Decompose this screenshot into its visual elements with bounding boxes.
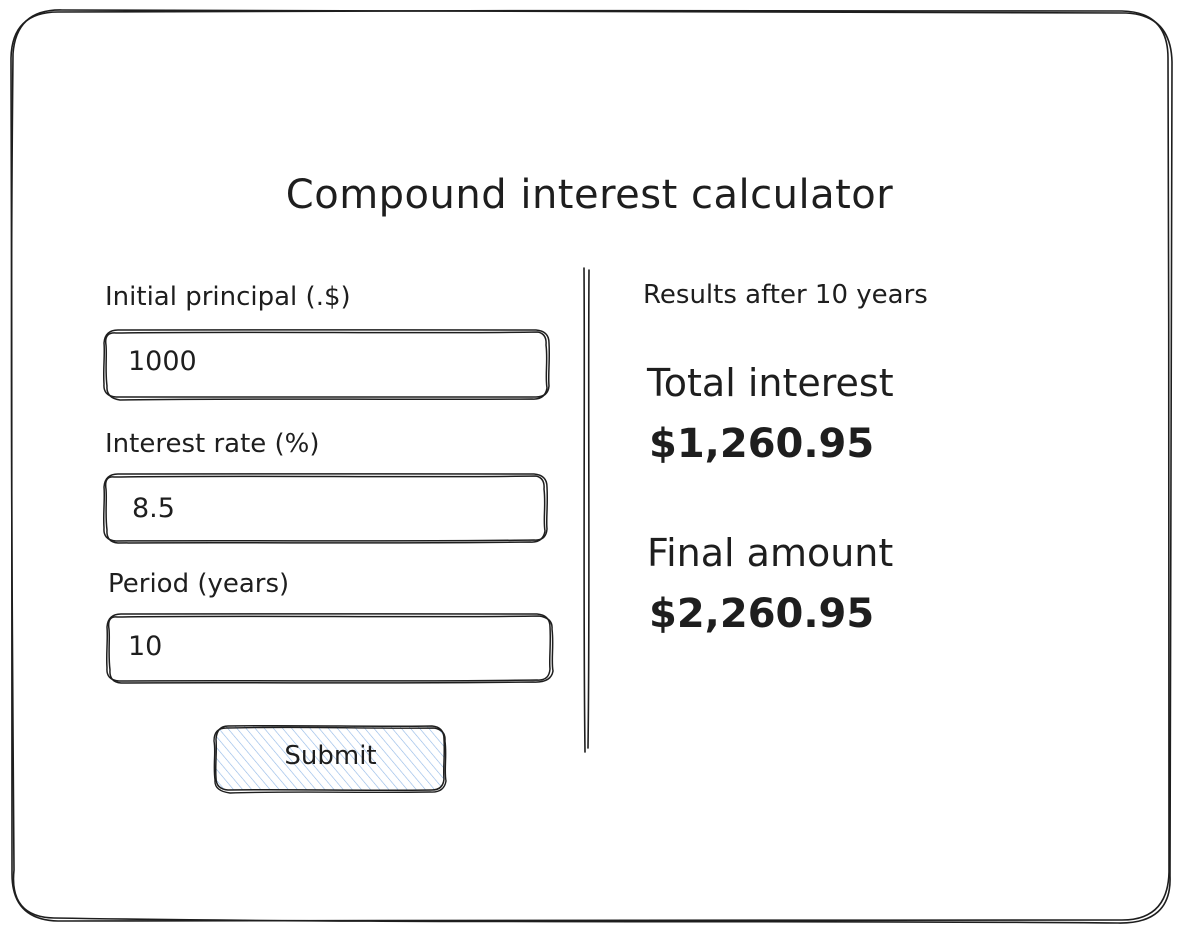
total-interest-label: Total interest xyxy=(647,361,894,405)
period-input[interactable]: 10 xyxy=(107,614,553,682)
total-interest-value: $1,260.95 xyxy=(649,421,875,467)
rate-label: Interest rate (%) xyxy=(105,429,320,459)
column-divider xyxy=(583,267,590,753)
principal-input[interactable]: 1000 xyxy=(104,330,550,398)
submit-button-label: Submit xyxy=(284,741,377,771)
final-amount-label: Final amount xyxy=(647,531,894,575)
period-value: 10 xyxy=(128,631,163,662)
principal-label: Initial principal (.$) xyxy=(105,282,351,312)
sketch-frame xyxy=(10,9,1173,924)
page-title: Compound interest calculator xyxy=(285,172,894,218)
rate-input[interactable]: 8.5 xyxy=(104,474,548,542)
results-caption: Results after 10 years xyxy=(643,280,928,310)
rate-value: 8.5 xyxy=(132,493,175,524)
final-amount-value: $2,260.95 xyxy=(649,591,875,637)
card-border xyxy=(10,9,1173,924)
submit-button[interactable]: Submit xyxy=(216,726,445,791)
period-label: Period (years) xyxy=(108,569,290,599)
principal-value: 1000 xyxy=(128,346,197,377)
